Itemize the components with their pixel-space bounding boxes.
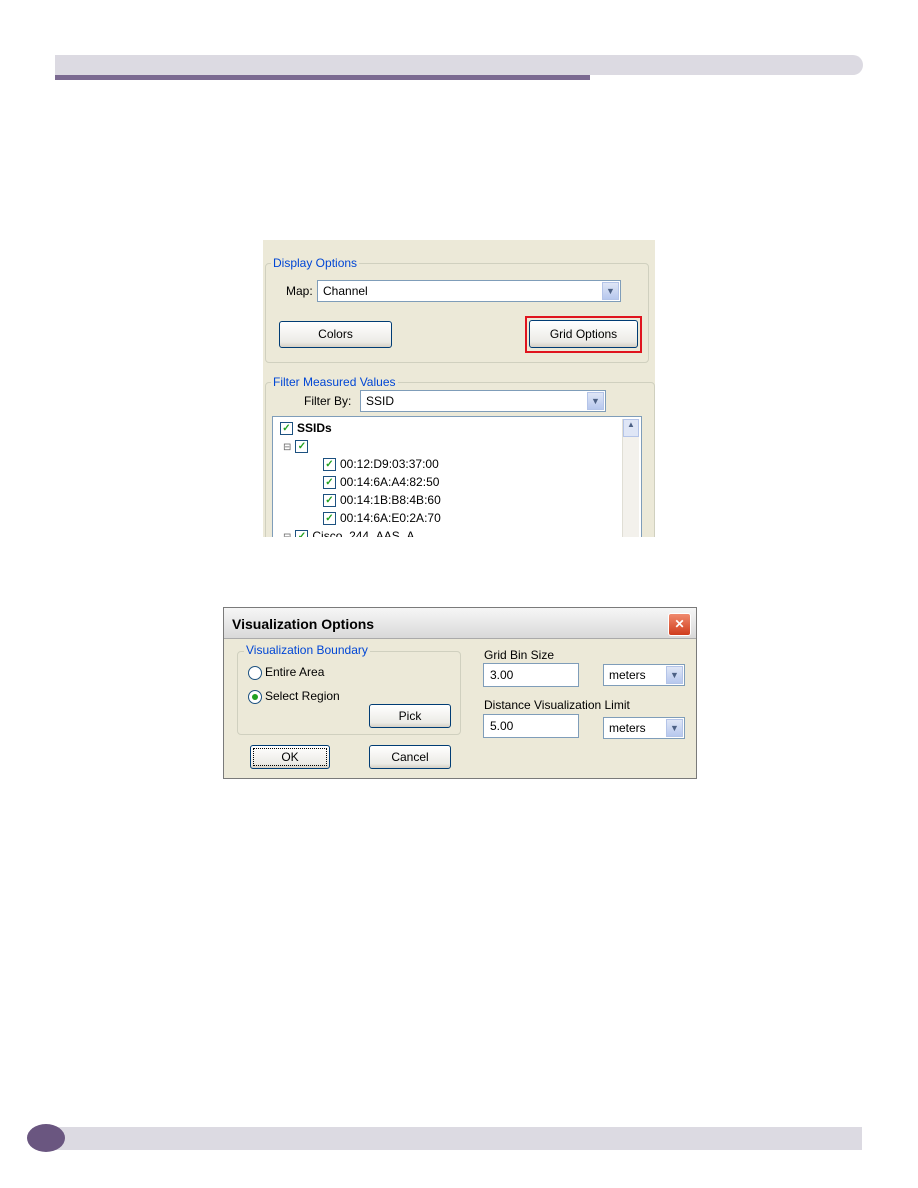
colors-button[interactable]: Colors <box>279 321 392 348</box>
chevron-down-icon[interactable]: ▼ <box>602 282 619 300</box>
chevron-down-icon[interactable]: ▼ <box>666 666 683 684</box>
checkbox-checked-icon[interactable]: ✓ <box>323 458 336 472</box>
display-options-screenshot: Display Options Map: Channel ▼ Colors Gri… <box>263 240 655 537</box>
page-number-badge <box>27 1124 65 1152</box>
tree-item-label: 00:14:1B:B8:4B:60 <box>340 493 441 507</box>
tree-root-label: SSIDs <box>297 421 332 435</box>
select-region-radio[interactable]: Select Region <box>248 689 340 704</box>
boundary-legend: Visualization Boundary <box>244 643 370 657</box>
tree-item-label: 00:14:6A:A4:82:50 <box>340 475 440 489</box>
entire-area-label: Entire Area <box>265 665 325 679</box>
visualization-options-dialog: Visualization Options ✕ Visualization Bou… <box>223 607 697 779</box>
chevron-down-icon[interactable]: ▼ <box>587 392 604 410</box>
distance-label: Distance Visualization Limit <box>484 698 630 712</box>
grid-options-button[interactable]: Grid Options <box>529 320 638 348</box>
ssid-tree[interactable]: ✓ SSIDs ⊟ ✓ ✓ 00:12:D9:03:37:00 ✓ 00:14:6A:A… <box>272 416 642 537</box>
filter-by-value: SSID <box>366 394 395 408</box>
tree-item[interactable]: ✓ 00:12:D9:03:37:00 <box>323 457 439 472</box>
tree-root[interactable]: ✓ SSIDs <box>280 421 332 436</box>
tree-group-partial[interactable]: ⊟ ✓Cisco_244_AAS_A <box>283 529 414 537</box>
footer-bar <box>40 1127 862 1150</box>
collapse-icon[interactable]: ⊟ <box>283 532 291 537</box>
checkbox-checked-icon[interactable]: ✓ <box>280 422 293 436</box>
tree-group[interactable]: ⊟ ✓ <box>283 439 312 454</box>
radio-unchecked-icon[interactable] <box>248 665 262 680</box>
tree-item[interactable]: ✓ 00:14:1B:B8:4B:60 <box>323 493 441 508</box>
collapse-icon[interactable]: ⊟ <box>283 442 291 453</box>
distance-input[interactable]: 5.00 <box>483 714 579 738</box>
close-icon[interactable]: ✕ <box>668 613 691 636</box>
grid-bin-unit-value: meters <box>609 668 646 682</box>
grid-bin-unit-select[interactable]: meters ▼ <box>603 664 685 686</box>
header-accent-line <box>55 75 590 80</box>
map-label: Map: <box>286 284 313 298</box>
tree-item[interactable]: ✓ 00:14:6A:E0:2A:70 <box>323 511 441 526</box>
distance-unit-value: meters <box>609 721 646 735</box>
grid-bin-input[interactable]: 3.00 <box>483 663 579 687</box>
checkbox-checked-icon[interactable]: ✓ <box>323 476 336 490</box>
dialog-title-bar: Visualization Options ✕ <box>224 608 696 639</box>
display-options-legend: Display Options <box>271 256 360 270</box>
chevron-down-icon[interactable]: ▼ <box>666 719 683 737</box>
filter-by-label: Filter By: <box>304 394 352 408</box>
map-value: Channel <box>323 284 368 298</box>
checkbox-checked-icon[interactable]: ✓ <box>295 440 309 454</box>
checkbox-checked-icon[interactable]: ✓ <box>323 494 336 508</box>
scrollbar[interactable]: ▲ <box>622 419 639 537</box>
header-bar <box>55 55 863 75</box>
filter-legend: Filter Measured Values <box>271 375 398 389</box>
checkbox-checked-icon[interactable]: ✓ <box>295 530 309 537</box>
tree-item-label: 00:12:D9:03:37:00 <box>340 457 439 471</box>
grid-bin-label: Grid Bin Size <box>484 648 555 662</box>
select-region-label: Select Region <box>265 689 340 703</box>
filter-by-select[interactable]: SSID ▼ <box>360 390 606 412</box>
tree-item-label: Cisco_244_AAS_A <box>312 529 415 537</box>
tree-item[interactable]: ✓ 00:14:6A:A4:82:50 <box>323 475 440 490</box>
chevron-up-icon[interactable]: ▲ <box>623 419 639 437</box>
ok-button[interactable]: OK <box>250 745 330 769</box>
tree-item-label: 00:14:6A:E0:2A:70 <box>340 511 441 525</box>
cancel-button[interactable]: Cancel <box>369 745 451 769</box>
pick-button[interactable]: Pick <box>369 704 451 728</box>
map-select[interactable]: Channel ▼ <box>317 280 621 302</box>
document-page: Display Options Map: Channel ▼ Colors Gri… <box>0 0 918 1188</box>
dialog-title: Visualization Options <box>232 616 375 632</box>
checkbox-checked-icon[interactable]: ✓ <box>323 512 336 526</box>
entire-area-radio[interactable]: Entire Area <box>248 665 324 680</box>
radio-checked-icon[interactable] <box>248 689 262 704</box>
distance-unit-select[interactable]: meters ▼ <box>603 717 685 739</box>
